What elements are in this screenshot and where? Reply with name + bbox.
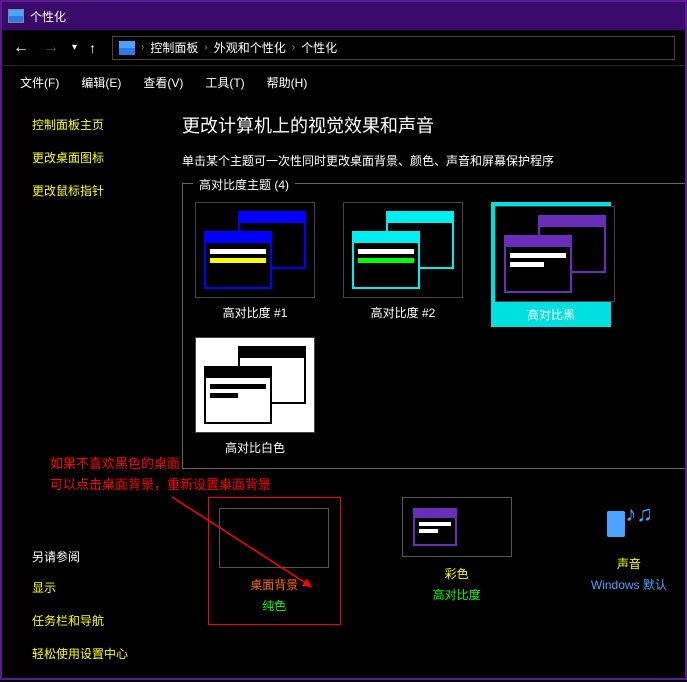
theme-label: 高对比黑 <box>527 308 575 322</box>
color-preview <box>402 497 512 557</box>
menubar: 文件(F) 编辑(E) 查看(V) 工具(T) 帮助(H) <box>2 66 685 98</box>
theme-hc2[interactable]: 高对比度 #2 <box>343 202 463 327</box>
app-icon <box>8 9 24 23</box>
setting-value: 高对比度 <box>401 586 513 603</box>
menu-file[interactable]: 文件(F) <box>20 74 59 91</box>
chevron-right-icon: › <box>141 42 144 53</box>
sidebar-link-display[interactable]: 显示 <box>32 579 182 596</box>
see-also-heading: 另请参阅 <box>32 548 182 565</box>
window-title: 个性化 <box>30 8 66 25</box>
annotation-line: 可以点击桌面背景，重新设置桌面背景 <box>50 475 271 496</box>
chevron-right-icon: › <box>204 42 207 53</box>
up-button[interactable]: ↑ <box>89 40 96 56</box>
setting-label: 声音 <box>573 555 685 572</box>
theme-hc1[interactable]: 高对比度 #1 <box>195 202 315 327</box>
menu-tools[interactable]: 工具(T) <box>205 74 244 91</box>
theme-hc-black[interactable]: 高对比黑 <box>491 202 611 327</box>
setting-label: 彩色 <box>401 565 513 582</box>
history-dropdown-icon[interactable]: ▾ <box>72 42 77 53</box>
sound-button[interactable]: ♪♫ 声音 Windows 默认 <box>573 497 685 593</box>
setting-label: 桌面背景 <box>219 576 330 593</box>
sidebar-link-home[interactable]: 控制面板主页 <box>32 116 182 133</box>
location-icon <box>119 41 135 55</box>
breadcrumb-item[interactable]: 外观和个性化 <box>214 39 286 56</box>
bottom-settings: 桌面背景 纯色 彩色 高对比度 ♪♫ 声音 Windows 默认 <box>182 497 685 625</box>
sidebar-link-mouse-pointer[interactable]: 更改鼠标指针 <box>32 182 182 199</box>
theme-label: 高对比白色 <box>225 441 285 455</box>
theme-label: 高对比度 #2 <box>371 306 436 320</box>
theme-label: 高对比度 #1 <box>223 306 288 320</box>
sidebar: 控制面板主页 更改桌面图标 更改鼠标指针 另请参阅 显示 任务栏和导航 轻松使用… <box>2 98 182 678</box>
setting-value: Windows 默认 <box>573 576 685 593</box>
page-subtext: 单击某个主题可一次性同时更改桌面背景、颜色、声音和屏幕保护程序 <box>182 152 685 169</box>
menu-edit[interactable]: 编辑(E) <box>81 74 121 91</box>
desktop-bg-preview <box>219 508 329 568</box>
breadcrumb-item[interactable]: 控制面板 <box>150 39 198 56</box>
desktop-background-button[interactable]: 桌面背景 纯色 <box>208 497 341 625</box>
theme-hc-white[interactable]: 高对比白色 <box>195 337 315 456</box>
menu-view[interactable]: 查看(V) <box>143 74 183 91</box>
main-content: 更改计算机上的视觉效果和声音 单击某个主题可一次性同时更改桌面背景、颜色、声音和… <box>182 98 685 678</box>
page-heading: 更改计算机上的视觉效果和声音 <box>182 112 685 138</box>
back-button[interactable]: ← <box>12 39 30 57</box>
address-bar[interactable]: › 控制面板 › 外观和个性化 › 个性化 <box>112 36 675 60</box>
sound-icon: ♪♫ <box>599 497 659 547</box>
annotation-line: 如果不喜欢黑色的桌面 <box>50 454 271 475</box>
breadcrumb-item[interactable]: 个性化 <box>301 39 337 56</box>
sidebar-link-desktop-icons[interactable]: 更改桌面图标 <box>32 149 182 166</box>
sidebar-link-taskbar[interactable]: 任务栏和导航 <box>32 612 182 629</box>
forward-button[interactable]: → <box>42 39 60 57</box>
theme-group: 高对比度主题 (4) 高对比度 #1 高对比度 #2 高对比黑 <box>182 183 685 469</box>
setting-value: 纯色 <box>219 597 330 614</box>
menu-help[interactable]: 帮助(H) <box>267 74 308 91</box>
annotation: 如果不喜欢黑色的桌面 可以点击桌面背景，重新设置桌面背景 <box>50 454 271 496</box>
chevron-right-icon: › <box>292 42 295 53</box>
theme-group-label: 高对比度主题 (4) <box>193 176 295 193</box>
navbar: ← → ▾ ↑ › 控制面板 › 外观和个性化 › 个性化 <box>2 30 685 66</box>
sidebar-link-ease[interactable]: 轻松使用设置中心 <box>32 645 182 662</box>
color-button[interactable]: 彩色 高对比度 <box>401 497 513 603</box>
titlebar: 个性化 <box>2 2 685 30</box>
